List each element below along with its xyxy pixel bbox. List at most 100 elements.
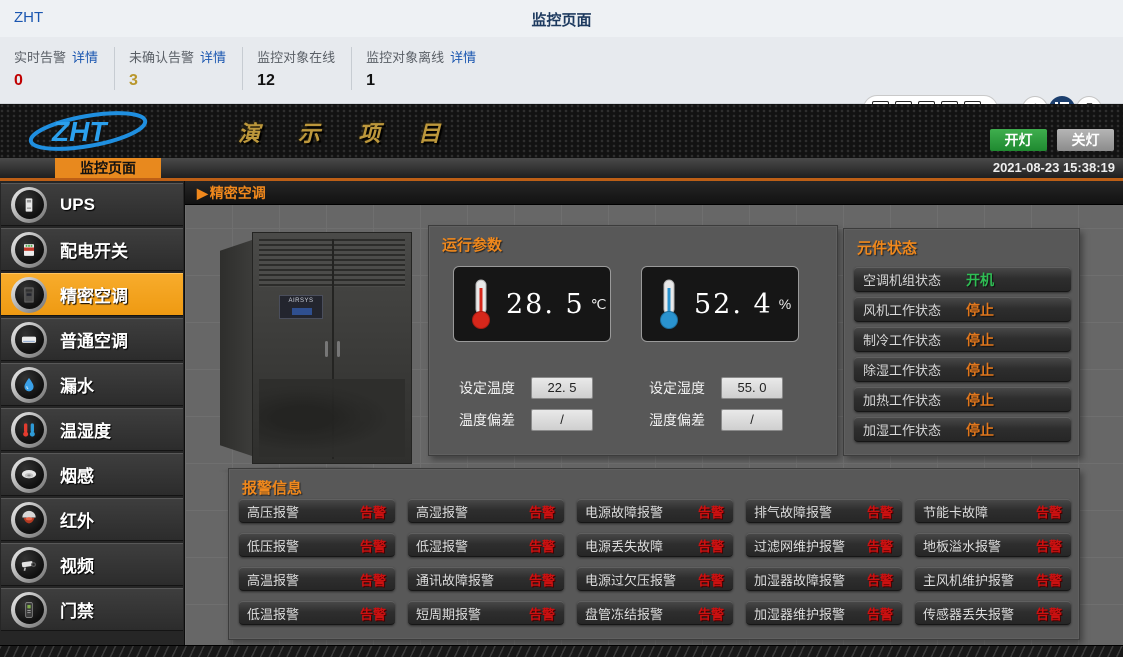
sidebar-item-precision-ac[interactable]: 精密空调 (1, 273, 183, 316)
door-access-icon (11, 592, 47, 628)
content: UPS 配电开关 精密空调 普通空调 漏水 温湿度 烟感 红外 (0, 181, 1123, 645)
status-group-online: 监控对象在线 12 (242, 47, 351, 90)
light-off-button[interactable]: 关灯 (1057, 129, 1114, 151)
sidebar-item-label: 视频 (60, 552, 94, 577)
humidity-gauge: 52. 4 % (641, 266, 799, 342)
sidebar-item-door-access[interactable]: 门禁 (1, 588, 183, 631)
component-status: 停止 (966, 420, 994, 440)
alarm-status: 告警 (867, 604, 902, 623)
sidebar-item-power-switch[interactable]: 配电开关 (1, 228, 183, 271)
temperature-value: 28. 5 (506, 289, 585, 320)
tab-bar: 监控页面 2021-08-23 15:38:19 (0, 158, 1123, 181)
component-status-title: 元件状态 (857, 237, 917, 258)
component-label: 加湿工作状态 (854, 420, 966, 439)
ac-door-handle (325, 341, 328, 357)
component-status-rows: 空调机组状态 开机 风机工作状态 停止 制冷工作状态 停止 除湿工作状态 停止 … (854, 267, 1071, 442)
alarm-info-title: 报警信息 (242, 477, 302, 498)
temperature-gauge: 28. 5 ℃ (453, 266, 611, 342)
sidebar-item-label: UPS (60, 195, 95, 215)
alarm-label: 传感器丢失报警 (915, 604, 1014, 623)
run-params-panel: 运行参数 28. 5 ℃ 52. 4 % 设定 (428, 225, 838, 456)
sidebar-item-infrared[interactable]: 红外 (1, 498, 183, 541)
status-groups: 实时告警详情 0 未确认告警详情 3 监控对象在线 12 监控对象离线详情 1 (0, 47, 492, 90)
component-status-row: 制冷工作状态 停止 (854, 327, 1071, 352)
alarm-status: 告警 (529, 604, 564, 623)
alarm-status: 告警 (1036, 536, 1071, 555)
sidebar-item-label: 配电开关 (60, 237, 128, 262)
alarm-tile: 排气故障报警告警 (746, 499, 902, 523)
alarm-status: 告警 (360, 570, 395, 589)
alarm-label: 地板溢水报警 (915, 536, 1001, 555)
section-header: ▶精密空调 (185, 181, 1123, 205)
set-temp-value[interactable]: 22. 5 (531, 377, 593, 399)
detail-link[interactable]: 详情 (200, 50, 226, 65)
sidebar-item-label: 普通空调 (60, 327, 128, 352)
tab-monitoring-page[interactable]: 监控页面 (55, 158, 161, 178)
section-marker: ▶ (197, 185, 208, 201)
alarm-tile: 高湿报警告警 (408, 499, 564, 523)
alarm-status: 告警 (529, 502, 564, 521)
alarm-label: 电源故障报警 (577, 502, 663, 521)
detail-link[interactable]: 详情 (450, 50, 476, 65)
alarm-label: 节能卡故障 (915, 502, 988, 521)
alarm-label: 盘管冻结报警 (577, 604, 663, 623)
set-humidity-value[interactable]: 55. 0 (721, 377, 783, 399)
light-on-button[interactable]: 开灯 (990, 129, 1047, 151)
sidebar-item-label: 温湿度 (60, 417, 111, 442)
alarm-status: 告警 (529, 570, 564, 589)
status-label: 监控对象在线 (257, 50, 335, 65)
alarm-status: 告警 (867, 502, 902, 521)
ac-front-panel: AIRSYS (252, 232, 412, 464)
alarm-status: 告警 (698, 536, 733, 555)
sidebar-item-video[interactable]: 视频 (1, 543, 183, 586)
temp-deviation-value[interactable]: / (531, 409, 593, 431)
humidity-deviation-value[interactable]: / (721, 409, 783, 431)
component-status-row: 除湿工作状态 停止 (854, 357, 1071, 382)
alarm-label: 高温报警 (239, 570, 299, 589)
alarm-tile: 高压报警告警 (239, 499, 395, 523)
sidebar-item-ups[interactable]: UPS (1, 183, 183, 226)
zht-logo-icon: ZHT (18, 107, 208, 155)
status-bar: 实时告警详情 0 未确认告警详情 3 监控对象在线 12 监控对象离线详情 1 … (0, 37, 1123, 104)
footer-strip (0, 645, 1123, 657)
alarm-tile: 短周期报警告警 (408, 601, 564, 625)
sidebar-item-label: 烟感 (60, 462, 94, 487)
status-value: 1 (366, 72, 476, 90)
detail-link[interactable]: 详情 (72, 50, 98, 65)
alarm-status: 告警 (529, 536, 564, 555)
component-label: 风机工作状态 (854, 300, 966, 319)
humidity-deviation-label: 湿度偏差 (649, 410, 713, 430)
alarm-label: 通讯故障报警 (408, 570, 494, 589)
status-label: 未确认告警 (129, 50, 194, 65)
alarm-tile: 低湿报警 告警 (408, 533, 564, 557)
alarm-status: 告警 (698, 604, 733, 623)
alarm-label: 电源过欠压报警 (577, 570, 676, 589)
timestamp: 2021-08-23 15:38:19 (993, 160, 1115, 175)
thermometer-red-icon (468, 278, 494, 330)
smoke-icon (11, 457, 47, 493)
breaker-icon (11, 232, 47, 268)
run-params-title: 运行参数 (442, 234, 502, 255)
sidebar: UPS 配电开关 精密空调 普通空调 漏水 温湿度 烟感 红外 (0, 181, 185, 645)
sidebar-item-smoke[interactable]: 烟感 (1, 453, 183, 496)
humidity-value: 52. 4 (694, 289, 773, 320)
component-status-panel: 元件状态 空调机组状态 开机 风机工作状态 停止 制冷工作状态 停止 除湿工作状… (843, 228, 1080, 456)
alarm-tile: 传感器丢失报警 告警 (915, 601, 1071, 625)
sidebar-item-temp-humidity[interactable]: 温湿度 (1, 408, 183, 451)
component-status-row: 加湿工作状态 停止 (854, 417, 1071, 442)
alarm-status: 告警 (360, 604, 395, 623)
component-status: 停止 (966, 360, 994, 380)
component-label: 空调机组状态 (854, 270, 966, 289)
alarm-info-panel: 报警信息 高压报警告警 高湿报警告警 电源故障报警告警 排气故障报警告警 节能卡… (228, 468, 1080, 640)
alarm-status: 告警 (1036, 604, 1071, 623)
alarm-label: 电源丢失故障 (577, 536, 663, 555)
ac-brand-text: AIRSYS (280, 298, 322, 304)
alarm-tile: 电源故障报警告警 (577, 499, 733, 523)
ups-icon (11, 187, 47, 223)
humidity-deviation-row: 湿度偏差 / (649, 409, 783, 431)
sidebar-item-normal-ac[interactable]: 普通空调 (1, 318, 183, 361)
alarm-tile: 地板溢水报警 告警 (915, 533, 1071, 557)
sidebar-item-label: 漏水 (60, 372, 94, 397)
sidebar-item-water-leak[interactable]: 漏水 (1, 363, 183, 406)
alarm-label: 低湿报警 (408, 536, 468, 555)
